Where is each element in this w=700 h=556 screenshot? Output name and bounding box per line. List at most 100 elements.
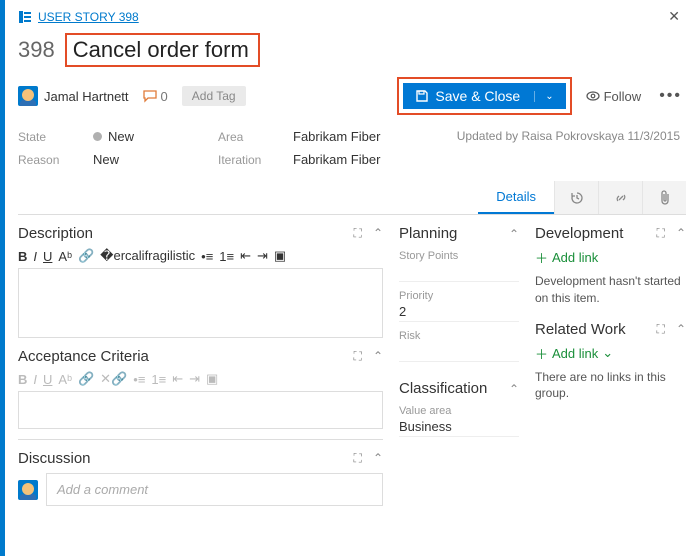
description-toolbar: B I U Aᵇ 🔗 �ercalifragilistic •≡ 1≡ ⇤ ⇥ … — [18, 248, 383, 264]
chevron-up-icon[interactable]: ⌃ — [676, 322, 686, 337]
risk-label: Risk — [399, 330, 519, 342]
state-label: State — [18, 130, 73, 144]
user-story-icon — [18, 10, 32, 24]
chevron-up-icon[interactable]: ⌃ — [373, 226, 383, 241]
close-icon[interactable]: ✕ — [662, 6, 686, 27]
story-points-label: Story Points — [399, 250, 519, 262]
chevron-down-icon: ⌄ — [602, 345, 613, 361]
comment-icon — [143, 89, 157, 103]
italic-icon[interactable]: I — [33, 249, 37, 264]
save-dropdown-icon[interactable]: ⌄ — [534, 91, 553, 102]
plus-icon: ＋ — [535, 344, 548, 363]
priority-value[interactable]: 2 — [399, 304, 519, 322]
comment-count[interactable]: 0 — [143, 89, 168, 104]
add-comment-input[interactable]: Add a comment — [46, 473, 383, 506]
risk-value[interactable] — [399, 344, 519, 362]
italic-icon[interactable]: I — [33, 372, 37, 387]
more-actions-icon[interactable]: ••• — [655, 87, 686, 105]
save-close-highlight: Save & Close ⌄ — [397, 77, 571, 115]
number-list-icon[interactable]: 1≡ — [151, 372, 166, 387]
state-dot-icon — [93, 132, 102, 141]
image-icon[interactable]: ▣ — [274, 248, 286, 264]
outdent-icon[interactable]: ⇤ — [240, 248, 251, 264]
bullet-list-icon[interactable]: •≡ — [133, 372, 145, 387]
related-work-heading: Related Work — [535, 321, 626, 338]
divider — [18, 439, 383, 440]
acceptance-toolbar: B I U Aᵇ 🔗 ✕🔗 •≡ 1≡ ⇤ ⇥ ▣ — [18, 371, 383, 387]
story-points-value[interactable] — [399, 264, 519, 282]
chevron-up-icon[interactable]: ⌃ — [509, 382, 519, 396]
save-close-label: Save & Close — [435, 88, 520, 104]
add-related-link-button[interactable]: ＋ Add link ⌄ — [535, 344, 686, 363]
updated-by-text: Updated by Raisa Pokrovskaya 11/3/2015 — [438, 129, 686, 143]
plus-icon: ＋ — [535, 248, 548, 267]
iteration-value[interactable]: Fabrikam Fiber — [293, 152, 380, 167]
bold-icon[interactable]: B — [18, 372, 27, 387]
save-close-button[interactable]: Save & Close ⌄ — [403, 83, 565, 109]
expand-icon[interactable]: ⛶ — [354, 226, 363, 241]
save-icon — [415, 89, 429, 103]
assignee-name[interactable]: Jamal Hartnett — [44, 89, 129, 104]
planning-heading: Planning — [399, 225, 457, 242]
expand-icon[interactable]: ⛶ — [354, 451, 363, 466]
add-tag-button[interactable]: Add Tag — [182, 86, 246, 106]
comment-count-number: 0 — [161, 89, 168, 104]
work-item-color-bar — [0, 0, 5, 556]
font-icon[interactable]: Aᵇ — [58, 249, 72, 264]
related-empty-text: There are no links in this group. — [535, 369, 686, 403]
unlink-icon[interactable]: ✕🔗 — [100, 371, 127, 387]
indent-icon[interactable]: ⇥ — [189, 371, 200, 387]
chevron-up-icon[interactable]: ⌃ — [676, 226, 686, 241]
outdent-icon[interactable]: ⇤ — [172, 371, 183, 387]
unlink-icon[interactable]: �ercalifragilistic — [100, 248, 195, 264]
acceptance-editor[interactable] — [18, 391, 383, 429]
description-editor[interactable] — [18, 268, 383, 338]
description-heading: Description — [18, 225, 93, 242]
tab-links[interactable] — [598, 181, 642, 214]
tab-details[interactable]: Details — [478, 181, 554, 214]
add-link-label: Add link — [552, 346, 598, 361]
follow-button[interactable]: Follow — [586, 89, 642, 104]
bold-icon[interactable]: B — [18, 249, 27, 264]
bullet-list-icon[interactable]: •≡ — [201, 249, 213, 264]
add-dev-link-button[interactable]: ＋ Add link — [535, 248, 686, 267]
underline-icon[interactable]: U — [43, 249, 52, 264]
iteration-label: Iteration — [218, 153, 273, 167]
title-input[interactable]: Cancel order form — [65, 33, 260, 67]
expand-icon[interactable]: ⛶ — [657, 322, 666, 337]
reason-label: Reason — [18, 153, 73, 167]
font-icon[interactable]: Aᵇ — [58, 372, 72, 387]
discussion-heading: Discussion — [18, 450, 91, 467]
add-link-label: Add link — [552, 250, 598, 265]
link-icon — [613, 190, 629, 206]
work-item-type-link[interactable]: USER STORY 398 — [38, 10, 139, 24]
attachment-icon — [658, 190, 672, 206]
follow-label: Follow — [604, 89, 642, 104]
chevron-up-icon[interactable]: ⌃ — [373, 451, 383, 466]
history-icon — [569, 190, 585, 206]
underline-icon[interactable]: U — [43, 372, 52, 387]
acceptance-heading: Acceptance Criteria — [18, 348, 149, 365]
priority-label: Priority — [399, 290, 519, 302]
classification-heading: Classification — [399, 380, 487, 397]
link-tool-icon[interactable]: 🔗 — [78, 371, 94, 387]
indent-icon[interactable]: ⇥ — [257, 248, 268, 264]
area-value[interactable]: Fabrikam Fiber — [293, 129, 380, 144]
reason-value[interactable]: New — [93, 152, 119, 167]
image-icon[interactable]: ▣ — [206, 371, 218, 387]
number-list-icon[interactable]: 1≡ — [219, 249, 234, 264]
tab-history[interactable] — [554, 181, 598, 214]
tab-attachments[interactable] — [642, 181, 686, 214]
area-label: Area — [218, 130, 273, 144]
work-item-id: 398 — [18, 37, 55, 63]
value-area-value[interactable]: Business — [399, 419, 519, 437]
chevron-up-icon[interactable]: ⌃ — [509, 227, 519, 241]
eye-icon — [586, 89, 600, 103]
state-value[interactable]: New — [93, 129, 134, 144]
expand-icon[interactable]: ⛶ — [657, 226, 666, 241]
link-tool-icon[interactable]: 🔗 — [78, 248, 94, 264]
expand-icon[interactable]: ⛶ — [354, 349, 363, 364]
value-area-label: Value area — [399, 405, 519, 417]
chevron-up-icon[interactable]: ⌃ — [373, 349, 383, 364]
assignee-avatar — [18, 86, 38, 106]
